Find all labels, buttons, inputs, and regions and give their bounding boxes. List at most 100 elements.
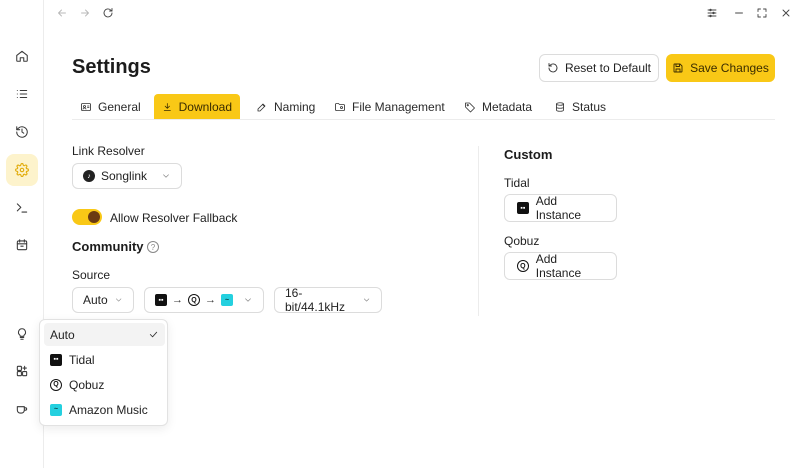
resolver-fallback-label: Allow Resolver Fallback <box>110 211 238 225</box>
add-qobuz-instance-button[interactable]: Q Add Instance <box>504 252 617 280</box>
check-icon <box>149 331 158 338</box>
link-resolver-label: Link Resolver <box>72 144 145 158</box>
tab-download[interactable]: Download <box>154 94 240 119</box>
minimize-button[interactable] <box>731 5 747 21</box>
dropdown-option-qobuz[interactable]: Q Qobuz <box>44 373 165 396</box>
tab-naming[interactable]: Naming <box>248 94 323 119</box>
tab-metadata-label: Metadata <box>482 99 533 114</box>
qobuz-icon: Q <box>50 378 62 391</box>
tab-status[interactable]: Status <box>546 94 614 119</box>
sidebar-item-queue[interactable] <box>6 78 38 110</box>
quality-select[interactable]: 16-bit/44.1kHz <box>274 286 382 314</box>
link-resolver-select[interactable]: ♪ Songlink <box>72 163 182 189</box>
link-resolver-value: Songlink <box>101 169 148 183</box>
minimize-icon <box>735 12 743 14</box>
arrow-right-icon <box>81 9 89 17</box>
amazon-music-icon: ~ <box>50 403 62 416</box>
arrow-left-icon <box>58 9 66 17</box>
tidal-icon: ▪▪ <box>517 202 529 214</box>
songlink-icon: ♪ <box>83 170 95 182</box>
close-icon <box>782 9 790 17</box>
quality-value: 16-bit/44.1kHz <box>285 286 346 314</box>
sidebar-item-tips[interactable] <box>6 318 38 350</box>
sidebar-item-extensions[interactable] <box>6 355 38 387</box>
chevron-down-icon <box>245 298 251 302</box>
edit-icon <box>257 103 266 111</box>
source-label: Source <box>72 268 111 282</box>
sidebar-item-history[interactable] <box>6 116 38 148</box>
tidal-icon: ▪▪ <box>50 353 62 366</box>
service-order-select[interactable]: ▪▪ → Q → ~ <box>144 287 264 313</box>
stack-icon <box>556 101 564 112</box>
refresh-button[interactable] <box>100 5 116 21</box>
forward-button[interactable] <box>77 5 93 21</box>
source-select[interactable]: Auto <box>72 287 134 313</box>
sidebar <box>0 0 44 468</box>
tab-general[interactable]: General <box>72 94 149 119</box>
chevron-down-icon <box>115 298 121 302</box>
option-label: Amazon Music <box>69 402 148 417</box>
save-changes-button[interactable]: Save Changes <box>666 54 775 82</box>
tab-metadata[interactable]: Metadata <box>456 94 540 119</box>
chevron-down-icon <box>363 298 370 302</box>
list-icon <box>16 89 28 99</box>
tab-download-label: Download <box>178 99 232 114</box>
option-label: Tidal <box>69 352 95 367</box>
add-tidal-instance-button[interactable]: ▪▪ Add Instance <box>504 194 617 222</box>
window-titlebar <box>44 0 800 26</box>
help-icon[interactable]: ? <box>147 241 159 253</box>
lightbulb-icon <box>17 328 27 340</box>
resolver-fallback-toggle[interactable] <box>72 209 102 225</box>
sidebar-item-settings[interactable] <box>6 154 38 186</box>
dropdown-option-tidal[interactable]: ▪▪ Tidal <box>44 348 165 371</box>
sliders-icon <box>707 8 717 18</box>
sidebar-item-support[interactable] <box>6 393 38 425</box>
tab-file-management-label: File Management <box>352 99 445 114</box>
add-instance-label: Add Instance <box>535 252 582 280</box>
reset-to-default-button[interactable]: Reset to Default <box>539 54 659 82</box>
dropdown-option-auto[interactable]: Auto <box>44 323 165 346</box>
tidal-label: Tidal <box>504 176 530 190</box>
terminal-icon <box>16 203 28 213</box>
community-title: Community <box>72 239 144 254</box>
reset-icon <box>548 63 558 73</box>
coffee-icon <box>16 406 28 414</box>
page-title: Settings <box>72 56 151 78</box>
download-icon <box>163 102 171 111</box>
home-icon <box>16 50 28 62</box>
settings-sliders-button[interactable] <box>704 5 720 21</box>
user-card-icon <box>81 102 91 111</box>
save-button-label: Save Changes <box>690 61 769 75</box>
add-instance-label: Add Instance <box>535 194 582 222</box>
tab-status-label: Status <box>572 99 607 114</box>
tab-file-management[interactable]: File Management <box>326 94 453 119</box>
option-label: Auto <box>50 327 75 342</box>
save-icon <box>673 63 683 73</box>
arrow-right-icon: → <box>205 294 216 306</box>
toggle-knob <box>88 211 100 223</box>
qobuz-label: Qobuz <box>504 234 540 248</box>
fullscreen-icon <box>757 8 767 18</box>
sidebar-item-home[interactable] <box>6 40 38 72</box>
arrow-right-icon: → <box>172 294 183 306</box>
close-button[interactable] <box>778 5 794 21</box>
tab-general-label: General <box>98 99 141 114</box>
fullscreen-button[interactable] <box>754 5 770 21</box>
folder-gear-icon <box>335 102 345 111</box>
chevron-down-icon <box>163 174 169 178</box>
calendar-icon <box>16 239 28 251</box>
column-divider <box>478 146 479 316</box>
tab-naming-label: Naming <box>274 99 316 114</box>
sidebar-item-terminal[interactable] <box>6 192 38 224</box>
gear-icon <box>15 163 29 177</box>
sidebar-item-calendar[interactable] <box>6 229 38 261</box>
reset-button-label: Reset to Default <box>564 61 652 75</box>
puzzle-icon <box>16 365 28 377</box>
history-icon <box>16 126 28 138</box>
dropdown-option-amazon-music[interactable]: ~ Amazon Music <box>44 398 165 421</box>
back-button[interactable] <box>54 5 70 21</box>
qobuz-icon: Q <box>517 260 529 272</box>
settings-tabs: General Download Naming File Management … <box>72 94 775 120</box>
custom-title: Custom <box>504 147 553 162</box>
tag-icon <box>465 102 475 112</box>
